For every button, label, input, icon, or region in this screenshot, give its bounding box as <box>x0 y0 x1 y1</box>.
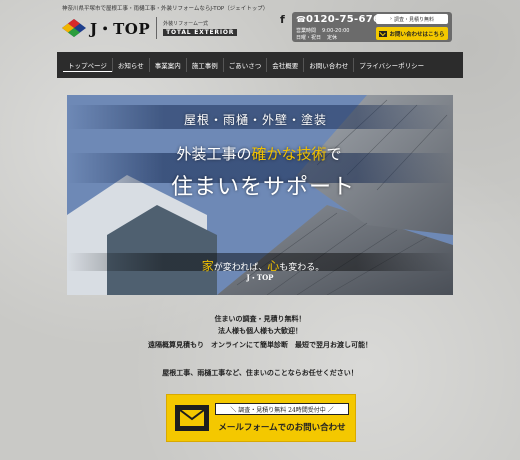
nav-item-business[interactable]: 事業案内 <box>148 58 186 72</box>
survey-button[interactable]: › 調査・見積り無料 <box>376 14 448 24</box>
hours-value-2: 定休 <box>327 34 338 41</box>
hours-label-2: 日曜・祝日 <box>296 34 322 41</box>
site-header: 神奈川県平塚市で屋根工事・雨樋工事・外装リフォームならJ-TOP（ジェイトップ）… <box>0 0 520 50</box>
envelope-icon <box>175 405 209 431</box>
nav-item-company[interactable]: 会社概要 <box>266 58 303 72</box>
hero-slogan-d: も変わる。 <box>279 263 325 273</box>
logo-divider <box>156 17 158 39</box>
logo-sub-bottom: TOTAL EXTERIOR <box>163 29 238 36</box>
hero-logo: J・TOP <box>246 273 274 282</box>
nav-item-greeting[interactable]: ごあいさつ <box>222 58 267 72</box>
hero-slogan: 家が変われば、心も変わる。 <box>173 257 353 274</box>
phone-icon: ☎ <box>296 15 306 24</box>
hero-headline-1-post: で <box>326 145 342 163</box>
mail-icon <box>379 30 388 37</box>
contact-button[interactable]: お問い合わせはこちら <box>376 27 448 40</box>
nav-item-privacy[interactable]: プライバシーポリシー <box>353 58 429 72</box>
cta-label: メールフォームでのお問い合わせ <box>218 423 346 433</box>
chevron-right-icon: › <box>389 16 392 22</box>
message-welcome: 法人様も個人様も大歓迎！ <box>218 327 302 335</box>
hero-headline-1-highlight: 確かな技術 <box>251 145 327 163</box>
hero-slogan-a: 家 <box>201 259 214 273</box>
business-hours: 営業時間 9:00-20:00 日曜・祝日 定休 <box>296 28 349 41</box>
hero-headline-2: 住まいをサポート <box>170 175 355 200</box>
hero-banner: 屋根・雨樋・外壁・塗装 外装工事の確かな技術で 住まいをサポート 家が変われば、… <box>67 95 453 295</box>
site-tagline: 神奈川県平塚市で屋根工事・雨樋工事・外装リフォームならJ-TOP（ジェイトップ） <box>62 6 269 12</box>
message-remote-estimate: 遠隔概算見積もり オンラインにて簡単診断 最短で翌月お渡し可能！ <box>148 341 372 349</box>
logo-subtitle: 外装リフォーム一式 TOTAL EXTERIOR <box>163 20 238 36</box>
cta-subtitle: ＼ 調査・見積り無料 24時間受付中 ／ <box>215 403 349 415</box>
nav-item-works[interactable]: 施工事例 <box>185 58 223 72</box>
survey-button-label: 調査・見積り無料 <box>393 16 434 23</box>
hero-slogan-b: が変われば、 <box>213 263 268 273</box>
nav-item-top[interactable]: トップページ <box>63 58 112 72</box>
hero-category: 屋根・雨樋・外壁・塗装 <box>184 113 328 127</box>
hero-headline-1-pre: 外装工事の <box>176 145 252 163</box>
hero-slogan-c: 心 <box>267 259 280 273</box>
main-nav: トップページ お知らせ 事業案内 施工事例 ごあいさつ 会社概要 お問い合わせ … <box>57 52 463 78</box>
logo-sub-top: 外装リフォーム一式 <box>163 21 208 27</box>
site-logo[interactable]: J・TOP 外装リフォーム一式 TOTAL EXTERIOR <box>62 17 238 39</box>
logo-diamond-icon <box>62 19 86 37</box>
message-services: 屋根工事、雨樋工事など、住まいのことならお任せください！ <box>162 369 358 377</box>
logo-text: J・TOP <box>90 19 151 38</box>
nav-item-contact[interactable]: お問い合わせ <box>303 58 353 72</box>
facebook-icon[interactable]: f <box>280 13 290 26</box>
hero-headline-1: 外装工事の確かな技術で <box>154 143 364 164</box>
mail-form-cta-button[interactable]: ＼ 調査・見積り無料 24時間受付中 ／ メールフォームでのお問い合わせ <box>166 394 356 442</box>
nav-item-news[interactable]: お知らせ <box>111 58 149 72</box>
message-free-survey: 住まいの調査・見積り無料！ <box>214 315 306 323</box>
contact-button-label: お問い合わせはこちら <box>389 31 445 38</box>
